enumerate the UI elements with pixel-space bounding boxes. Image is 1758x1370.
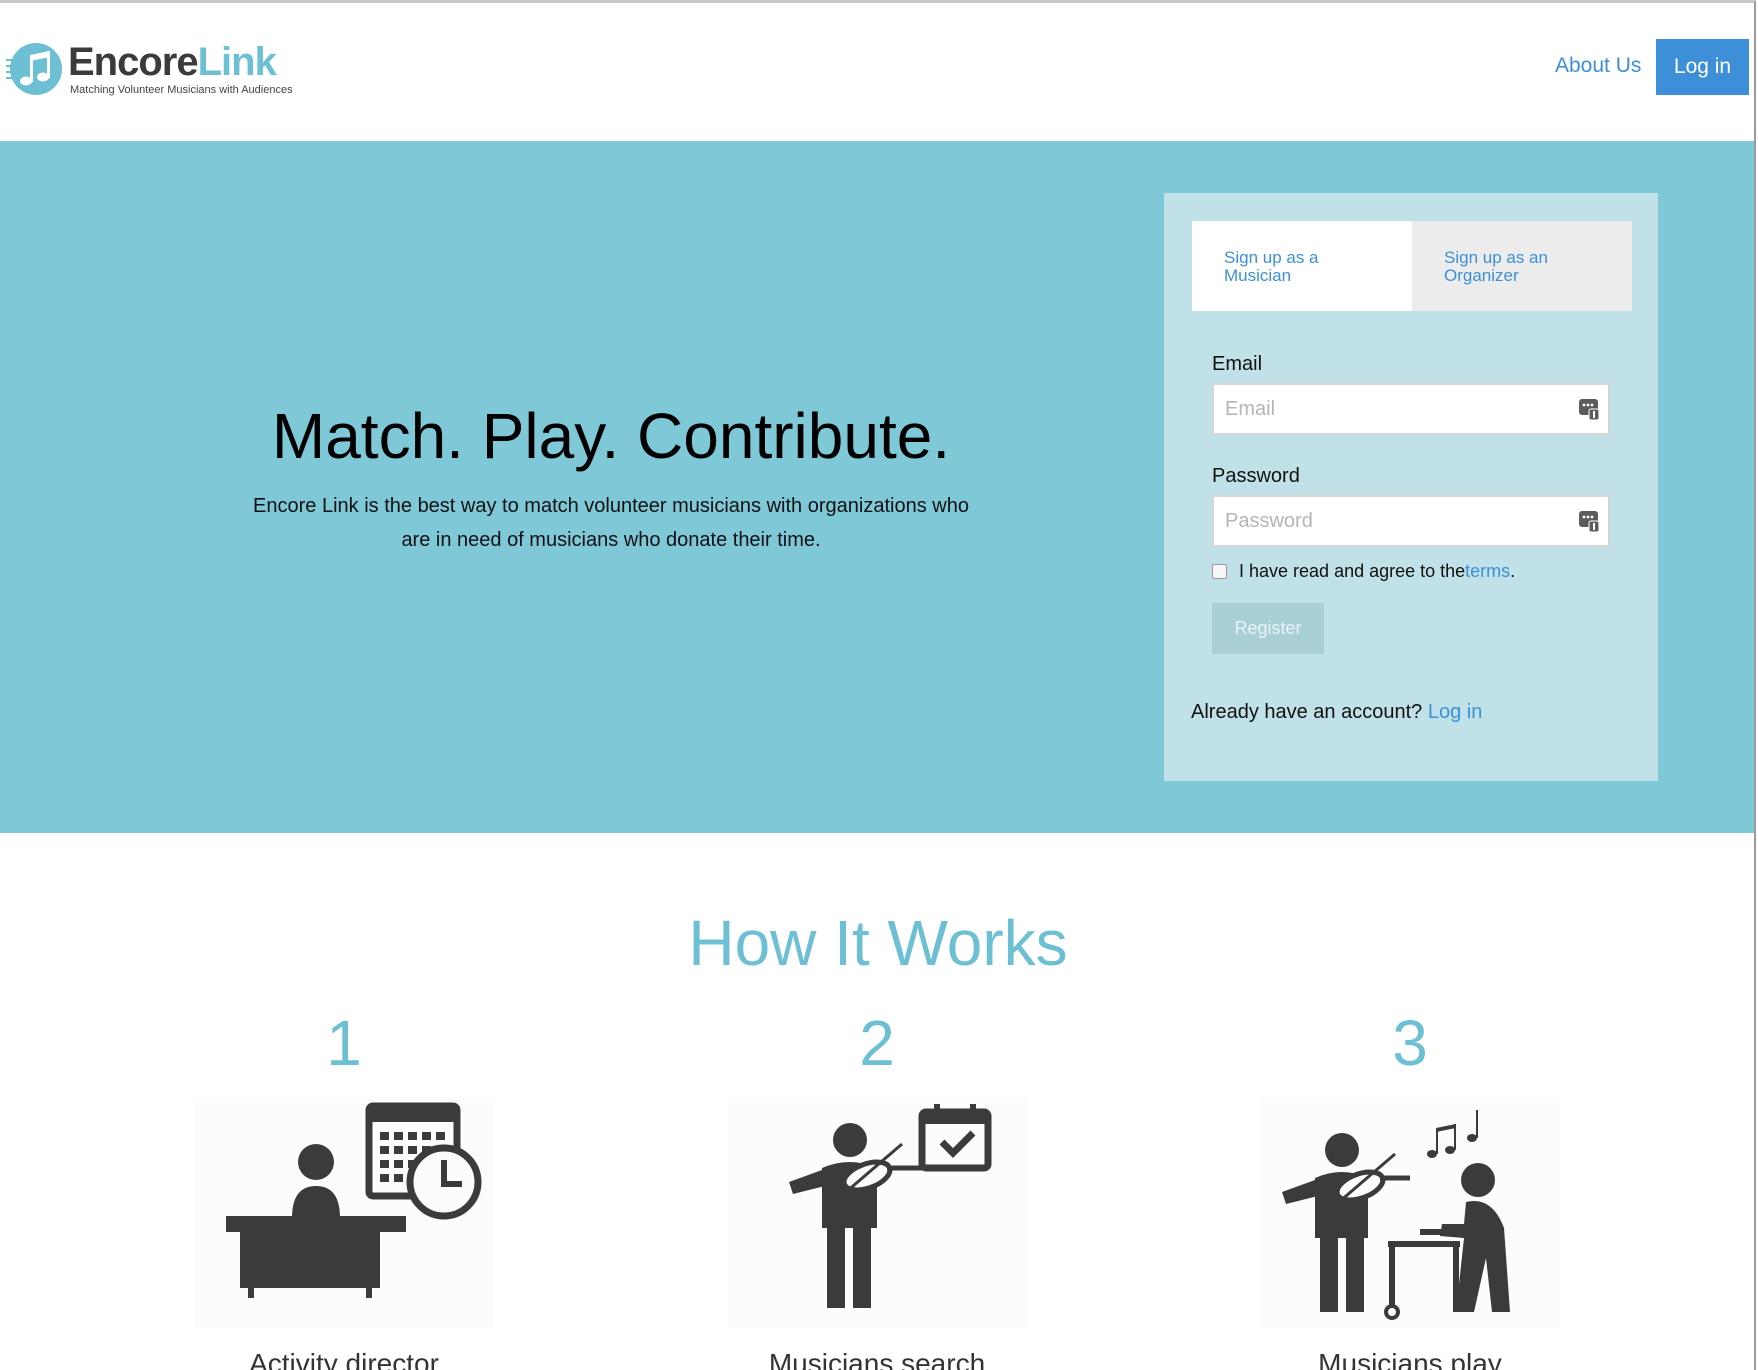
hero-title: Match. Play. Contribute. — [271, 400, 951, 472]
step-card: 2 Musicians search — [717, 1003, 1037, 1370]
terms-checkbox[interactable] — [1212, 564, 1227, 579]
already-account-text: Already have an account? Log in — [1191, 701, 1482, 724]
step-illustration — [194, 1098, 494, 1328]
step-number: 2 — [859, 1007, 895, 1079]
email-field[interactable] — [1212, 383, 1610, 435]
hero-section: Match. Play. Contribute. Encore Link is … — [0, 141, 1754, 833]
tab-signup-musician[interactable]: Sign up as a Musician — [1192, 221, 1412, 311]
how-it-works-title: How It Works — [688, 907, 1068, 979]
logo[interactable]: EncoreLink Matching Volunteer Musicians … — [6, 39, 293, 99]
terms-row: I have read and agree to the terms. — [1212, 561, 1515, 582]
logo-text: EncoreLink Matching Volunteer Musicians … — [68, 42, 293, 96]
already-account-prompt: Already have an account? — [1191, 701, 1428, 723]
nav-about-us-link[interactable]: About Us — [1555, 54, 1641, 78]
logo-music-note-icon — [6, 43, 62, 95]
signup-tabs: Sign up as a Musician Sign up as an Orga… — [1192, 221, 1632, 311]
logo-tagline: Matching Volunteer Musicians with Audien… — [70, 84, 293, 96]
step-caption: Musicians search — [768, 1348, 986, 1370]
logo-wordmark: EncoreLink — [68, 40, 277, 84]
step-card: 3 Musicians play — [1250, 1003, 1570, 1370]
password-manager-icon[interactable] — [1578, 509, 1600, 533]
terms-link[interactable]: terms — [1465, 561, 1510, 582]
step-caption: Activity director — [249, 1348, 439, 1370]
password-field[interactable] — [1212, 495, 1610, 547]
step-illustration — [727, 1098, 1027, 1328]
violinist-calendar-check-icon — [789, 1104, 992, 1308]
step-caption: Musicians play — [1318, 1348, 1502, 1370]
register-button[interactable]: Register — [1212, 603, 1324, 654]
terms-period: . — [1510, 561, 1516, 581]
director-desk-calendar-icon — [226, 1102, 482, 1298]
signup-panel: Sign up as a Musician Sign up as an Orga… — [1164, 193, 1658, 781]
password-manager-icon[interactable] — [1578, 397, 1600, 421]
email-label: Email — [1212, 353, 1263, 375]
step-number: 1 — [326, 1007, 362, 1079]
step-illustration — [1260, 1098, 1560, 1328]
hero-description: Encore Link is the best way to match vol… — [253, 495, 969, 551]
tab-signup-organizer[interactable]: Sign up as an Organizer — [1412, 221, 1632, 311]
step-card: 1 Activity director — [184, 1003, 504, 1370]
step-number: 3 — [1392, 1007, 1428, 1079]
site-header: EncoreLink Matching Volunteer Musicians … — [0, 6, 1754, 141]
browser-viewport: EncoreLink Matching Volunteer Musicians … — [0, 0, 1756, 1370]
nav-login-button[interactable]: Log in — [1656, 39, 1749, 95]
violinist-elderly-walker-icon — [1282, 1110, 1510, 1320]
terms-text: I have read and agree to the — [1239, 561, 1466, 581]
password-label: Password — [1212, 465, 1300, 487]
panel-login-link[interactable]: Log in — [1428, 701, 1483, 723]
